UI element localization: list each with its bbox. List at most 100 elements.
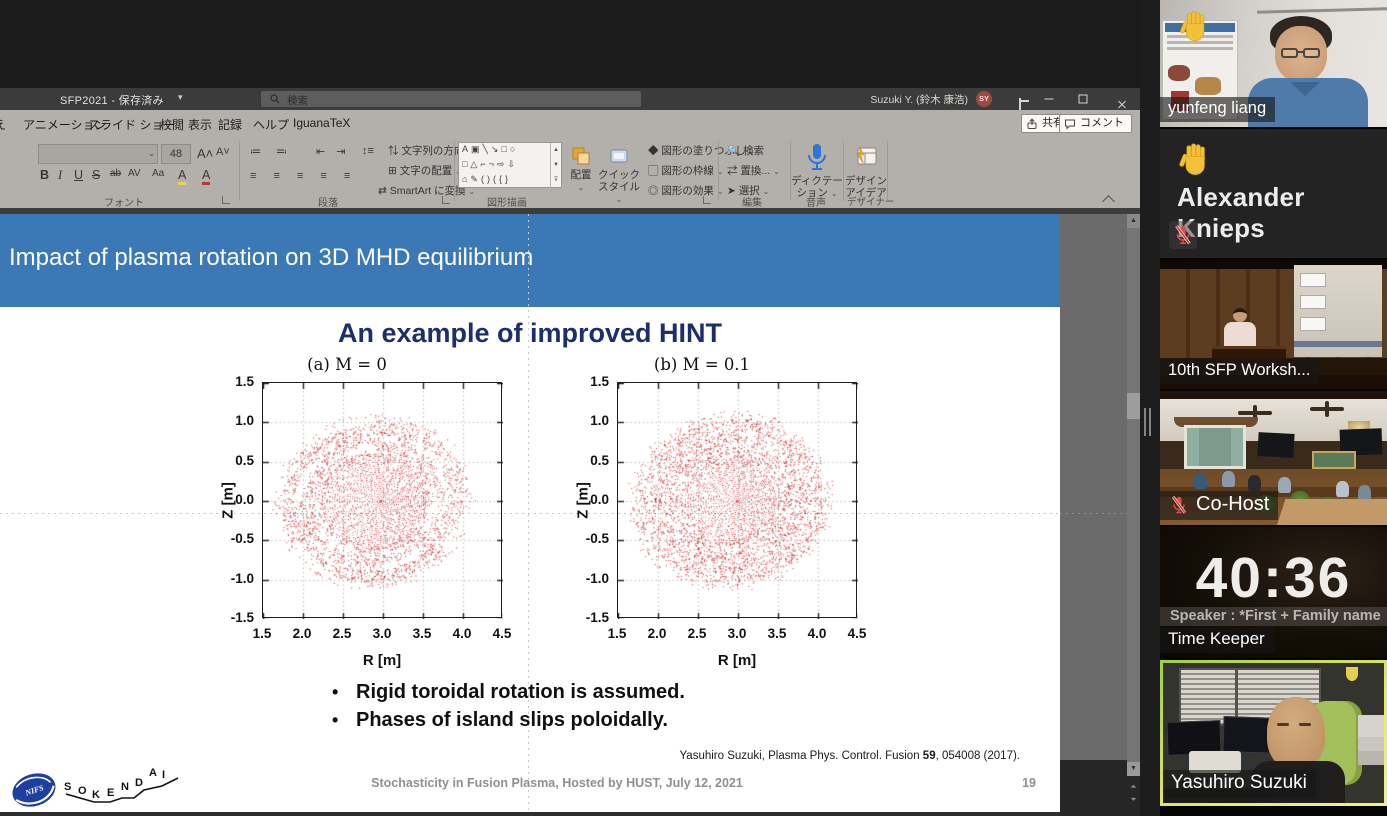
y-tick-label: -1.5 [573,610,609,625]
plot-title-2: (b) M = 0.1 [602,355,802,374]
svg-text:N: N [121,781,129,793]
replace-button[interactable]: ⇄ 置換... ⌄ [727,163,780,178]
account-avatar[interactable]: SY [976,91,992,107]
font-dialog-launcher[interactable] [222,196,230,204]
ribbon-tab-4[interactable]: 表示 [188,116,212,133]
comment-icon [1064,118,1076,130]
svg-text:A: A [149,767,157,779]
ceiling-fan [1238,411,1272,415]
indent-buttons[interactable]: ⇤ ⇥ [316,145,350,158]
y-tick-label: 0.5 [218,453,254,468]
search-icon [270,94,280,104]
underline-button[interactable]: U [74,168,83,182]
windows [1184,425,1246,469]
bold-button[interactable]: B [40,168,49,182]
bullet-item: Rigid toroidal rotation is assumed. [330,678,685,706]
svg-text:K: K [92,789,100,801]
font-group-label: フォント [104,194,144,209]
strikethrough-button[interactable]: S [92,168,100,182]
slide-scrollbar-track[interactable] [1127,214,1140,776]
close-button[interactable] [1100,88,1134,110]
participant-tile-alexander-knieps[interactable]: Alexander Knieps [1160,129,1387,258]
participant-tile-sfp-workshop[interactable]: 10th SFP Worksh... [1160,260,1387,389]
design-ideas-icon[interactable] [852,143,880,171]
dictation-mic-icon[interactable] [804,142,830,174]
x-tick-label: 3.0 [365,626,399,641]
maximize-button[interactable] [1066,88,1100,110]
y-tick-label: -0.5 [218,531,254,546]
italic-button[interactable]: I [58,168,62,183]
find-button[interactable]: 🔍 検索 [727,143,764,158]
font-color-button[interactable]: A [202,168,210,185]
shape-effects-button[interactable]: ◎ 図形の効果 ⌄ [648,183,724,198]
minimize-button[interactable] [1032,88,1066,110]
autosave-dropdown-icon[interactable]: ▾ [178,92,183,103]
y-tick-label: 1.0 [573,413,609,428]
grow-font-button[interactable]: A˄ [197,146,213,161]
previous-next-slide-buttons[interactable]: ⏶⏷ [1127,780,1140,806]
font-size-combobox[interactable]: 48 [161,144,191,164]
quick-styles-button[interactable]: クイックスタイル ⌄ [596,169,642,206]
participant-face [1275,26,1327,82]
ribbon-tab-5[interactable]: 記録 [218,116,242,133]
shapes-row-3[interactable]: ⌂✎()({} [462,174,511,185]
x-tick-label: 1.5 [600,626,634,641]
line-spacing-button[interactable]: ↕≡ [362,145,374,157]
ribbon-tab-6[interactable]: ヘルプ [253,116,289,133]
scrollbar-thumb[interactable] [1127,393,1140,419]
svg-text:I: I [162,769,165,781]
participant-tile-time-keeper[interactable]: 40:36 Speaker : *First + Family name Tim… [1160,527,1387,658]
scroll-up-button[interactable]: ▲ [1127,214,1140,228]
y-tick-label: 1.0 [218,413,254,428]
shrink-font-button[interactable]: A˅ [216,146,230,158]
countdown-timer: 40:36 [1160,545,1387,611]
shapes-gallery[interactable]: A▣╲↘□○ □△⌐¬⇨⇩ ⌂✎()({} ▲▼⊽ [458,142,562,188]
y-tick-label: -1.5 [218,610,254,625]
scroll-down-button[interactable]: ▼ [1127,762,1140,776]
x-tick-label: 2.0 [285,626,319,641]
slide-subtitle: An example of improved HINT [0,318,1060,349]
editing-group-label: 編集 [742,194,762,209]
citation: Yasuhiro Suzuki, Plasma Phys. Control. F… [679,750,1020,762]
shapes-row-2[interactable]: □△⌐¬⇨⇩ [462,159,518,170]
muted-mic-icon [1169,221,1197,249]
panel-resize-handle[interactable] [1144,408,1153,436]
y-axis-label: Z [m] [220,471,237,531]
participant-tile-co-host[interactable]: Co-Host [1160,391,1387,525]
slide-footer: Stochasticity in Fusion Plasma, Hosted b… [297,776,817,790]
search-input[interactable]: 検索 [261,91,641,107]
ceiling-fan [1310,407,1344,411]
account-name[interactable]: Suzuki Y. (鈴木 康浩) [870,92,968,107]
participant-name-label: Co-Host [1160,491,1278,520]
sokendai-logo: SOKENDAI [64,767,165,801]
drawing-dialog-launcher[interactable] [703,196,711,204]
raised-hand-icon [1177,9,1213,45]
change-case-button[interactable]: Aa [152,168,164,179]
shapes-row-1[interactable]: A▣╲↘□○ [462,144,518,155]
x-axis-label: R [m] [707,652,767,669]
paragraph-dialog-launcher[interactable] [442,196,450,204]
collapse-ribbon-button[interactable] [1102,195,1115,208]
svg-text:E: E [107,787,114,799]
ribbon-tab-3[interactable]: 校閲 [160,116,184,133]
participant-name-label: Time Keeper [1160,627,1274,653]
voice-group-label: 音声 [806,194,826,209]
clear-formatting-button[interactable]: ab [110,168,121,179]
character-spacing-button[interactable]: AV [128,168,141,179]
alignment-buttons[interactable]: ≡ ≡ ≡ ≡ ≡ [250,170,357,182]
bullet-list-button[interactable]: ≔ ≕ [250,145,293,158]
highlight-color-button[interactable]: A [178,168,186,185]
text-align-button[interactable]: ⊞ 文字の配置 ⌄ [388,163,462,178]
participant-tile-yasuhiro-suzuki-active[interactable]: Yasuhiro Suzuki [1160,660,1387,806]
shape-outline-button[interactable]: ▢ 図形の枠線 ⌄ [648,163,724,178]
comment-button[interactable]: コメント [1059,114,1132,133]
share-icon [1026,118,1038,130]
font-name-combobox[interactable]: ⌄ [38,144,158,164]
ribbon-tab-7[interactable]: IguanaTeX [293,116,350,130]
ribbon-tab-partial[interactable]: え [0,116,6,133]
ribbon-display-options-button[interactable] [1002,88,1036,110]
x-tick-label: 4.0 [445,626,479,641]
participant-tile-yunfeng-liang[interactable]: yunfeng liang [1160,0,1387,127]
y-tick-label: -1.0 [573,571,609,586]
poincare-plot-canvas-1 [263,383,503,619]
